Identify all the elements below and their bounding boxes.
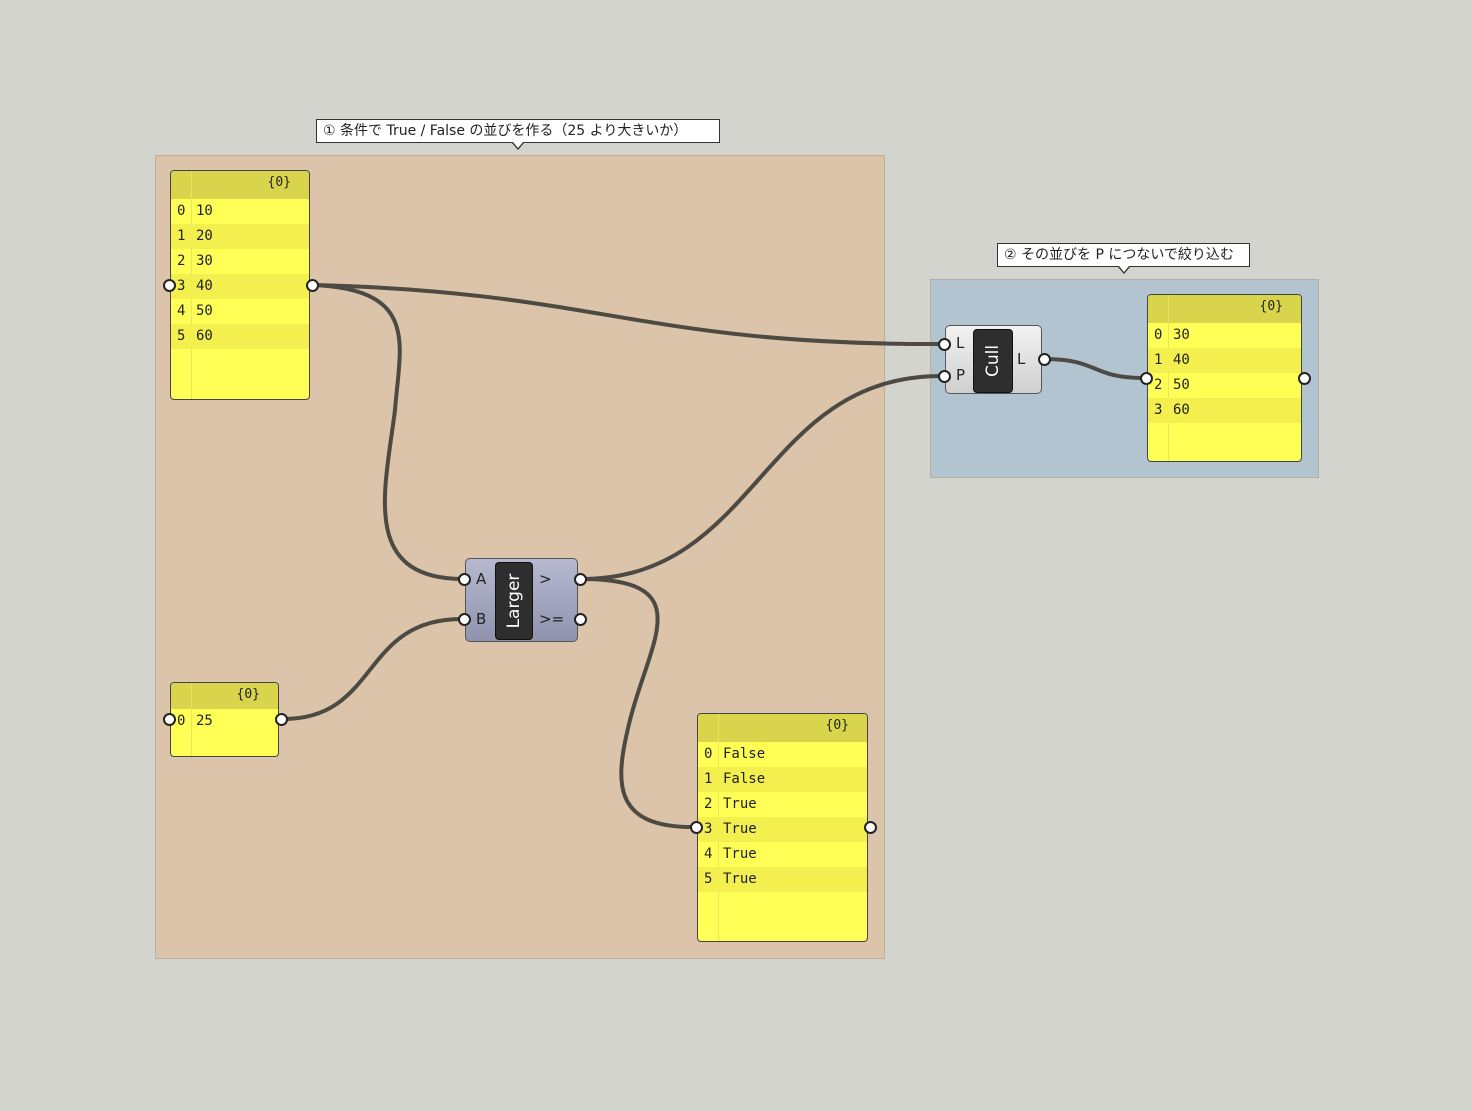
item-value: True [723, 871, 757, 887]
item-value: 30 [196, 253, 213, 269]
item-index: 4 [704, 846, 713, 862]
item-value: 50 [196, 303, 213, 319]
item-value: 30 [1173, 327, 1190, 343]
item-index: 0 [704, 746, 713, 762]
panel-threshold-path: {0} [236, 687, 260, 702]
panel-pattern-output-port[interactable] [864, 821, 877, 834]
wire-numbers-to-larger-a[interactable] [312, 283, 464, 581]
larger-input-a-label: A [476, 570, 487, 588]
item-index: 1 [1154, 352, 1163, 368]
item-value: True [723, 846, 757, 862]
panel-result-input-port[interactable] [1140, 372, 1153, 385]
panel-numbers-output-port[interactable] [306, 279, 319, 292]
list-item: 0 False [698, 742, 867, 767]
item-index: 2 [704, 796, 713, 812]
item-index: 0 [177, 713, 186, 729]
item-index: 4 [177, 303, 186, 319]
cull-name: Cull [983, 344, 1003, 378]
list-item: 5 60 [171, 324, 309, 349]
larger-output-gte-label: >= [539, 610, 565, 628]
wire-larger-to-pattern[interactable] [579, 577, 697, 830]
list-item: 2 True [698, 792, 867, 817]
cull-name-plate: Cull [973, 329, 1013, 393]
item-index: 3 [1154, 402, 1163, 418]
item-value: 60 [1173, 402, 1190, 418]
cull-input-p-port[interactable] [938, 370, 951, 383]
item-value: 10 [196, 203, 213, 219]
larger-name-plate: Larger [495, 562, 533, 640]
panel-threshold-output-port[interactable] [275, 713, 288, 726]
list-item: 0 10 [171, 199, 309, 224]
item-index: 1 [704, 771, 713, 787]
item-value: False [723, 746, 766, 762]
item-index: 5 [704, 871, 713, 887]
cull-output-l-port[interactable] [1038, 353, 1051, 366]
panel-pattern-header: {0} [698, 714, 867, 742]
list-item: 1 False [698, 767, 867, 792]
item-value: True [723, 821, 757, 837]
list-item: 2 50 [1148, 373, 1301, 398]
panel-numbers[interactable]: {0} 0 10 1 20 2 30 3 40 4 50 5 60 [170, 170, 310, 400]
wire-threshold-to-larger-b[interactable] [281, 617, 464, 721]
cull-input-p-label: P [956, 366, 966, 384]
wires-layer [281, 283, 1146, 830]
panel-result-header: {0} [1148, 295, 1301, 323]
list-item: 5 True [698, 867, 867, 892]
larger-output-gte-port[interactable] [574, 613, 587, 626]
item-index: 0 [1154, 327, 1163, 343]
item-value: 40 [1173, 352, 1190, 368]
larger-output-gt-port[interactable] [574, 573, 587, 586]
larger-output-gt-label: > [539, 570, 552, 588]
panel-result-output-port[interactable] [1298, 372, 1311, 385]
item-value: 25 [196, 713, 213, 729]
panel-result[interactable]: {0} 0 30 1 40 2 50 3 60 [1147, 294, 1302, 462]
wire-larger-to-cull-p[interactable] [579, 374, 944, 581]
item-value: 60 [196, 328, 213, 344]
larger-name: Larger [504, 573, 524, 629]
cull-input-l-label: L [956, 334, 965, 352]
item-value: 50 [1173, 377, 1190, 393]
panel-threshold-input-port[interactable] [163, 713, 176, 726]
wire-cull-to-result[interactable] [1042, 357, 1146, 380]
item-value: 20 [196, 228, 213, 244]
list-item: 1 40 [1148, 348, 1301, 373]
larger-input-a-port[interactable] [458, 573, 471, 586]
list-item: 3 60 [1148, 398, 1301, 423]
item-index: 2 [1154, 377, 1163, 393]
list-item: 0 25 [171, 709, 278, 734]
list-item: 4 True [698, 842, 867, 867]
panel-threshold-header: {0} [171, 683, 278, 709]
panel-result-path: {0} [1259, 299, 1283, 314]
wire-numbers-to-cull-l[interactable] [312, 283, 944, 347]
panel-threshold[interactable]: {0} 0 25 [170, 682, 279, 757]
cull-input-l-port[interactable] [938, 338, 951, 351]
item-value: True [723, 796, 757, 812]
list-item: 3 True [698, 817, 867, 842]
item-index: 5 [177, 328, 186, 344]
larger-input-b-label: B [476, 610, 487, 628]
larger-input-b-port[interactable] [458, 613, 471, 626]
panel-pattern-input-port[interactable] [690, 821, 703, 834]
list-item: 0 30 [1148, 323, 1301, 348]
list-item: 2 30 [171, 249, 309, 274]
list-item: 1 20 [171, 224, 309, 249]
panel-pattern[interactable]: {0} 0 False 1 False 2 True 3 True 4 True 5 Tru… [697, 713, 868, 942]
item-index: 1 [177, 228, 186, 244]
cull-output-l-label: L [1017, 350, 1026, 368]
item-value: False [723, 771, 766, 787]
item-index: 2 [177, 253, 186, 269]
item-index: 3 [177, 278, 186, 294]
list-item: 4 50 [171, 299, 309, 324]
panel-numbers-input-port[interactable] [163, 279, 176, 292]
item-value: 40 [196, 278, 213, 294]
panel-pattern-path: {0} [825, 718, 849, 733]
list-item: 3 40 [171, 274, 309, 299]
item-index: 3 [704, 821, 713, 837]
panel-numbers-path: {0} [267, 175, 291, 190]
item-index: 0 [177, 203, 186, 219]
